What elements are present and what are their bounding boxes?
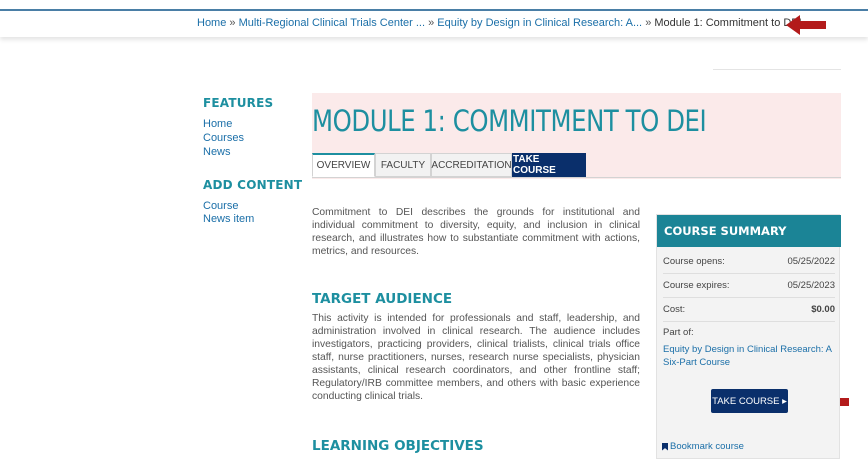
course-summary-heading: COURSE SUMMARY (657, 215, 841, 247)
sidebar-item-courses[interactable]: Courses (203, 132, 244, 144)
breadcrumb: Home » Multi-Regional Clinical Trials Ce… (197, 17, 802, 29)
breadcrumb-course[interactable]: Equity by Design in Clinical Research: A… (437, 17, 642, 29)
target-audience-text: This activity is intended for profession… (312, 313, 640, 402)
tab-divider (312, 177, 841, 178)
cost-row: Cost: $0.00 (663, 297, 835, 322)
tab-faculty[interactable]: FACULTY (375, 153, 431, 177)
page-title: MODULE 1: COMMITMENT TO DEI (312, 104, 707, 138)
learning-objectives-heading: LEARNING OBJECTIVES (312, 438, 484, 454)
bookmark-course-link[interactable]: Bookmark course (662, 441, 744, 452)
sidebar-item-news[interactable]: News (203, 146, 231, 158)
breadcrumb-separator: » (645, 17, 652, 29)
tab-take-course[interactable]: TAKE COURSE (512, 153, 586, 177)
course-opens-value: 05/25/2022 (787, 255, 835, 267)
course-summary-panel: COURSE SUMMARY Course opens: 05/25/2022 … (656, 214, 841, 459)
sidebar-item-home[interactable]: Home (203, 118, 232, 130)
intro-text: Commitment to DEI describes the grounds … (312, 207, 640, 257)
course-expires-row: Course expires: 05/25/2023 (663, 273, 835, 298)
bookmark-icon (662, 442, 668, 451)
course-expires-label: Course expires: (663, 279, 730, 291)
breadcrumb-separator: » (428, 17, 435, 29)
course-opens-row: Course opens: 05/25/2022 (663, 249, 835, 274)
take-course-button[interactable]: TAKE COURSE ▸ (711, 389, 788, 413)
annotation-arrow-icon (786, 15, 826, 35)
breadcrumb-center[interactable]: Multi-Regional Clinical Trials Center ..… (239, 17, 425, 29)
sidebar-item-course[interactable]: Course (203, 200, 238, 212)
target-audience-heading: TARGET AUDIENCE (312, 291, 453, 307)
sidebar-item-news-item[interactable]: News item (203, 213, 254, 225)
features-heading: FEATURES (203, 96, 274, 110)
divider (713, 69, 841, 70)
part-of-course-link[interactable]: Equity by Design in Clinical Research: A… (663, 344, 839, 369)
tab-accreditation[interactable]: ACCREDITATION (431, 153, 512, 177)
course-opens-label: Course opens: (663, 255, 725, 267)
cost-value: $0.00 (811, 303, 835, 315)
cost-label: Cost: (663, 303, 686, 315)
bookmark-label: Bookmark course (670, 441, 744, 452)
breadcrumb-separator: » (229, 17, 236, 29)
part-of-label: Part of: (663, 327, 694, 338)
tab-overview[interactable]: OVERVIEW (312, 153, 375, 177)
breadcrumb-home[interactable]: Home (197, 17, 226, 29)
add-content-heading: ADD CONTENT (203, 178, 303, 192)
course-expires-value: 05/25/2023 (787, 279, 835, 291)
breadcrumb-current: Module 1: Commitment to DEI (654, 17, 802, 29)
